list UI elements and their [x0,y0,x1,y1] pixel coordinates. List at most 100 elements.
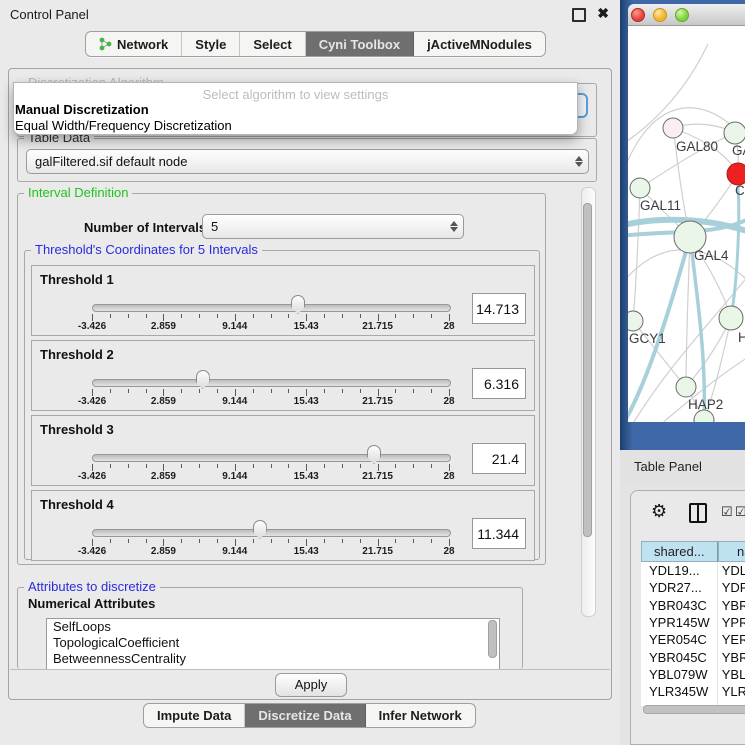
minor-tick [324,539,325,543]
network-node[interactable] [727,163,745,185]
network-node[interactable] [719,306,743,330]
float-icon[interactable] [572,8,586,22]
checkbox-icon[interactable]: ☑ [735,504,745,520]
table-row[interactable]: YBR045CYBR0 [641,648,745,665]
table-cell: YER054C [641,631,718,648]
attribute-item[interactable]: TopologicalCoefficient [47,635,499,651]
tab-select[interactable]: Select [240,32,305,56]
network-icon [99,37,112,51]
threshold-value-field[interactable]: 14.713 [472,293,526,324]
minor-tick [217,389,218,393]
minor-tick [217,464,218,468]
tab-network[interactable]: Network [86,32,182,56]
network-node-label: HAP2 [688,397,723,412]
minor-tick [128,314,129,318]
minor-tick [395,539,396,543]
attributes-group: Attributes to discretize Numerical Attri… [17,587,523,669]
close-icon[interactable]: ✖ [597,5,609,22]
major-tick [163,464,164,471]
table-hscrollbar[interactable] [643,705,745,714]
tab-jactivemnodules[interactable]: jActiveMNodules [414,32,545,56]
network-graph: GAL80GACGAL11GAL4GCY1HHAP2 [628,26,745,422]
tick-label: 21.715 [362,321,393,332]
network-node[interactable] [676,377,696,397]
table-row[interactable]: YBR043CYBR0 [641,597,745,614]
table-row[interactable]: YER054CYER0 [641,631,745,648]
network-node[interactable] [724,122,745,144]
network-node-label: GAL4 [694,248,729,263]
stepper-icon [575,150,583,173]
major-tick [306,314,307,321]
zoom-traffic-light-icon[interactable] [675,8,689,22]
algorithm-option[interactable]: Equal Width/Frequency Discretization [15,118,232,133]
table-cell: YPR1 [718,614,745,631]
network-node[interactable] [628,311,643,331]
algorithm-option[interactable]: Manual Discretization [15,102,149,117]
network-node-label: GAL80 [676,139,718,154]
network-window[interactable]: GAL80GACGAL11GAL4GCY1HHAP2 [628,4,745,422]
minor-tick [360,314,361,318]
close-traffic-light-icon[interactable] [631,8,645,22]
threshold-slider-track[interactable] [92,304,451,312]
bottom-tab-infer-network[interactable]: Infer Network [366,704,475,727]
minor-tick [324,314,325,318]
threshold-slider-track[interactable] [92,529,451,537]
minor-tick [253,389,254,393]
minor-tick [431,389,432,393]
network-node-label: C [735,183,745,198]
num-intervals-combo[interactable]: 5 [202,214,464,239]
minor-tick [271,389,272,393]
network-canvas[interactable]: GAL80GACGAL11GAL4GCY1HHAP2 [628,26,745,422]
table-cell: YDL1 [718,562,745,579]
table-column-header[interactable]: shared... [641,541,718,562]
table-row[interactable]: YLR345WYLR3 [641,683,745,700]
column-layout-icon[interactable] [689,503,707,523]
attributes-list-scrollbar[interactable] [488,620,497,658]
tab-cyni-toolbox[interactable]: Cyni Toolbox [306,32,414,56]
minimize-traffic-light-icon[interactable] [653,8,667,22]
tick-label: 15.43 [294,321,319,332]
minor-tick [288,464,289,468]
minor-tick [413,539,414,543]
table-row[interactable]: YBL079WYBL0 [641,666,745,683]
tab-style[interactable]: Style [182,32,240,56]
table-row[interactable]: YPR145WYPR1 [641,614,745,631]
main-scrollbar-thumb[interactable] [583,203,592,537]
major-tick [378,464,379,471]
minor-tick [199,464,200,468]
attribute-item[interactable]: BetweennessCentrality [47,651,499,667]
minor-tick [146,464,147,468]
minor-tick [128,389,129,393]
minor-tick [110,539,111,543]
table-row[interactable]: YDL19...YDL1 [641,562,745,579]
network-node[interactable] [663,118,683,138]
attribute-item[interactable]: SelfLoops [47,619,499,635]
tick-label: 28 [443,321,454,332]
network-node[interactable] [630,178,650,198]
minor-tick [199,389,200,393]
minor-tick [253,464,254,468]
table-data-combo[interactable]: galFiltered.sif default node [26,149,589,174]
threshold-label: Threshold 3 [40,422,114,437]
threshold-slider-track[interactable] [92,379,451,387]
gear-icon[interactable]: ⚙ [651,501,667,522]
threshold-value-field[interactable]: 21.4 [472,443,526,474]
major-tick [235,389,236,396]
numerical-attributes-list[interactable]: SelfLoopsTopologicalCoefficientBetweenne… [46,618,500,670]
minor-tick [360,464,361,468]
node-table[interactable]: shared...na YDL19...YDL1YDR27...YDR2YBR0… [641,541,745,706]
threshold-value-field[interactable]: 11.344 [472,518,526,549]
bottom-tab-impute-data[interactable]: Impute Data [144,704,245,727]
minor-tick [217,539,218,543]
threshold-value-field[interactable]: 6.316 [472,368,526,399]
threshold-slider-track[interactable] [92,454,451,462]
tick-label: 15.43 [294,471,319,482]
bottom-tab-discretize-data[interactable]: Discretize Data [245,704,365,727]
minor-tick [395,314,396,318]
table-row[interactable]: YDR27...YDR2 [641,579,745,596]
thresholds-container: Threshold 1-3.4262.8599.14415.4321.71528… [25,251,539,559]
tick-label: 2.859 [151,396,176,407]
apply-button[interactable]: Apply [275,673,347,697]
checkbox-icon[interactable]: ☑ [721,504,733,520]
table-column-header[interactable]: na [718,541,745,562]
